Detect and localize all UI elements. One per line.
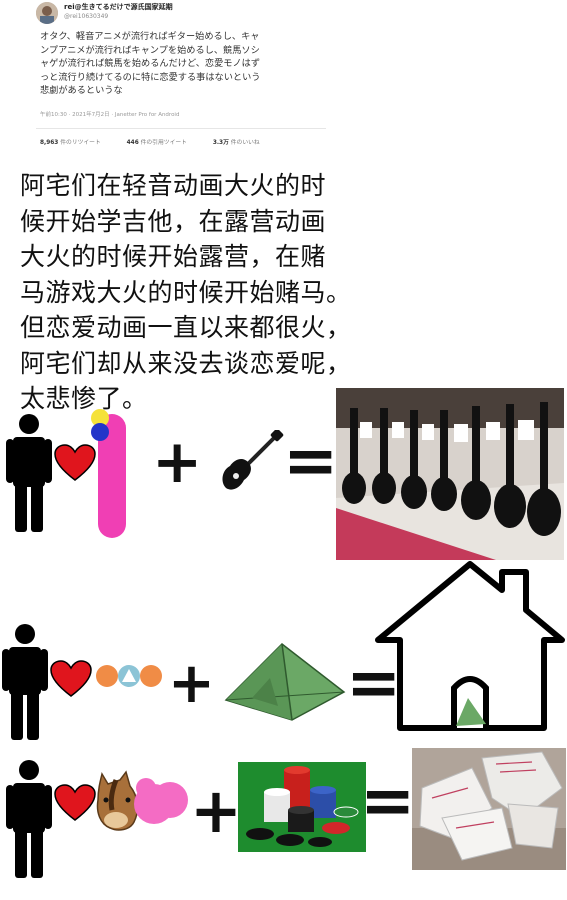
umamusume-logo-icon bbox=[134, 778, 188, 824]
caption-line: 阿宅们在轻音动画大火的时 bbox=[20, 171, 327, 200]
keion-logo-icon bbox=[91, 409, 126, 538]
tweet-author-name[interactable]: rei@生きてるだけで源氏国家延期 bbox=[64, 2, 173, 12]
like-count[interactable]: 3.3万 件のいいね bbox=[213, 140, 272, 146]
avatar[interactable] bbox=[36, 2, 58, 24]
yurucamp-logo-icon bbox=[96, 665, 162, 687]
house-icon bbox=[375, 561, 565, 731]
person-icon bbox=[2, 624, 48, 740]
torn-tickets-photo bbox=[412, 748, 566, 870]
guitar-icon bbox=[222, 430, 284, 490]
tweet-line: 悲劇があるというな bbox=[40, 85, 123, 96]
retweet-count[interactable]: 8,963 件のリツイート bbox=[40, 140, 113, 146]
guitar-shop-photo bbox=[336, 388, 564, 560]
caption-text: 阿宅们在轻音动画大火的时 候开始学吉他，在露营动画 大火的时候开始露营，在赌 马… bbox=[20, 168, 410, 417]
tweet-line: っと流行り続けてるのに特に恋愛する事はないという bbox=[40, 71, 261, 83]
tent-icon bbox=[224, 643, 346, 721]
tweet-line: ャゲが流行れば競馬を始めるんだけど、恋愛モノはず bbox=[40, 58, 261, 69]
tweet-timestamp: 午前10:30 · 2021年7月2日 · Janetter Pro for A… bbox=[40, 112, 180, 118]
tweet-body: オタク、軽音アニメが流行ればギター始めるし、キャ ンプアニメが流行ればキャンプを… bbox=[40, 30, 325, 98]
equals-sign: = bbox=[283, 422, 339, 499]
equals-sign: = bbox=[360, 762, 416, 839]
avatar-image bbox=[36, 2, 58, 24]
quote-count[interactable]: 446 件の引用ツイート bbox=[127, 140, 199, 146]
tweet-stats: 8,963 件のリツイート 446 件の引用ツイート 3.3万 件のいいね bbox=[40, 137, 284, 146]
caption-line: 阿宅们却从来没去谈恋爱呢， bbox=[20, 348, 352, 378]
tweet-author-handle[interactable]: @rei10630349 bbox=[64, 13, 108, 20]
person-icon bbox=[6, 760, 52, 878]
caption-line: 候开始学吉他，在露营动画 bbox=[20, 206, 327, 236]
divider bbox=[36, 128, 326, 129]
caption-line: 但恋爱动画一直以来都很火， bbox=[20, 313, 352, 342]
poker-chips-photo bbox=[238, 762, 366, 852]
caption-line: 马游戏大火的时候开始赌马。 bbox=[20, 277, 352, 307]
tweet-line: オタク、軽音アニメが流行ればギター始めるし、キャ bbox=[40, 31, 260, 42]
plus-sign: + bbox=[152, 427, 203, 497]
plus-sign: + bbox=[190, 774, 242, 847]
person-icon bbox=[6, 414, 52, 532]
tweet-card: rei@生きてるだけで源氏国家延期 @rei10630349 オタク、軽音アニメ… bbox=[0, 0, 330, 152]
plus-sign: + bbox=[168, 651, 215, 716]
caption-line: 大火的时候开始露营，在赌 bbox=[20, 242, 327, 271]
heart-icon bbox=[50, 660, 92, 697]
tweet-line: ンプアニメが流行ればキャンプを始めるし、競馬ソシ bbox=[40, 44, 260, 56]
